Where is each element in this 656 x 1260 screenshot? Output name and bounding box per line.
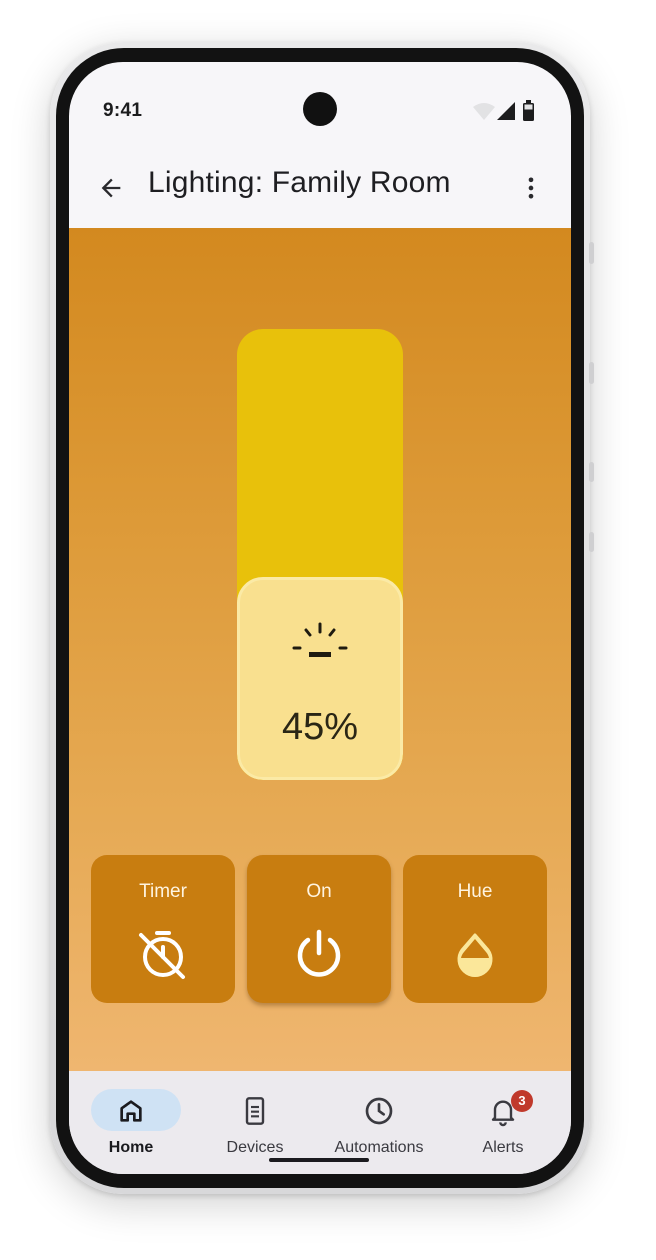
brightness-slider[interactable]: 45%	[237, 329, 403, 780]
brightness-slider-handle[interactable]: 45%	[237, 577, 403, 780]
clock-icon	[365, 1097, 393, 1125]
power-label: On	[306, 881, 332, 902]
timer-button[interactable]: Timer	[91, 855, 235, 1003]
screen: 9:41 Lighting: Family Room 45% Timer On …	[69, 62, 571, 1174]
brightness-low-icon	[292, 622, 348, 658]
home-icon	[120, 1100, 142, 1122]
phone-frame: 9:41 Lighting: Family Room 45% Timer On …	[50, 42, 594, 1194]
nav-item-alerts[interactable]: 3 Alerts	[441, 1071, 565, 1171]
back-button[interactable]	[91, 168, 131, 208]
nav-label-alerts: Alerts	[482, 1139, 524, 1156]
brightness-value: 45%	[281, 706, 359, 749]
control-row: Timer On Hue	[91, 855, 549, 1003]
app-bar: Lighting: Family Room	[69, 150, 571, 228]
arrow-back-icon	[101, 178, 121, 198]
phone-bezel: 9:41 Lighting: Family Room 45% Timer On …	[56, 48, 584, 1188]
alerts-count-badge: 3	[511, 1090, 533, 1112]
signal-icon	[497, 102, 515, 120]
gesture-home-indicator[interactable]	[269, 1158, 369, 1162]
lighting-panel: 45% Timer On Hue	[69, 228, 571, 1071]
power-icon	[297, 929, 341, 977]
hue-drop-icon	[457, 933, 493, 977]
wifi-icon	[473, 103, 495, 120]
phone-side-button	[589, 532, 594, 552]
timer-label: Timer	[139, 881, 187, 902]
phone-side-button	[589, 242, 594, 264]
phone-side-button	[589, 462, 594, 482]
status-icons	[471, 100, 541, 122]
power-button[interactable]: On	[247, 855, 391, 1003]
status-bar: 9:41	[69, 62, 571, 150]
hue-label: Hue	[457, 881, 493, 902]
more-options-button[interactable]	[511, 168, 551, 208]
timer-off-icon	[139, 931, 185, 979]
page-title: Lighting: Family Room	[148, 166, 451, 199]
front-camera	[303, 92, 337, 126]
status-time: 9:41	[103, 100, 143, 121]
hue-button[interactable]: Hue	[403, 855, 547, 1003]
battery-icon	[523, 100, 534, 121]
bottom-navigation: Home Devices Automations 3 Alerts	[69, 1071, 571, 1174]
phone-side-button	[589, 362, 594, 384]
more-vert-icon	[528, 177, 534, 199]
device-icon	[245, 1097, 265, 1125]
